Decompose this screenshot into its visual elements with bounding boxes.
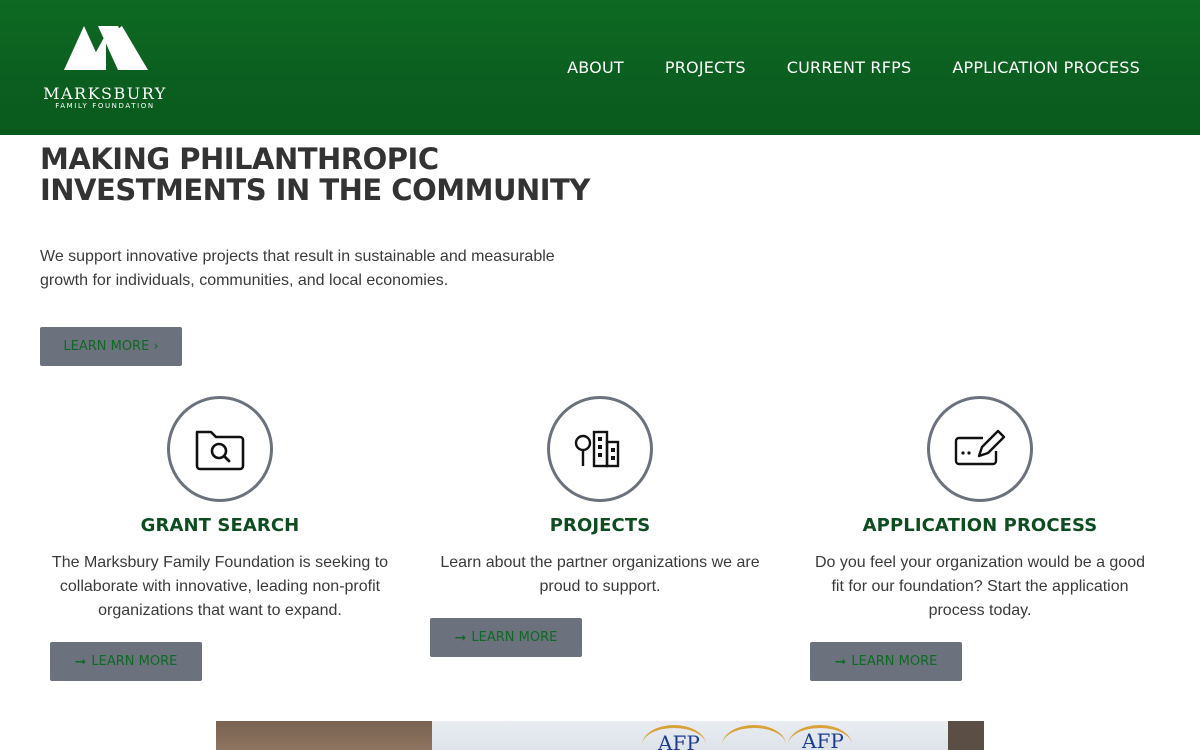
button-label: LEARN MORE — [851, 654, 938, 669]
hero-title-line1: MAKING PHILANTHROPIC — [40, 142, 439, 176]
nav-application-process[interactable]: APPLICATION PROCESS — [952, 58, 1140, 77]
main-nav: ABOUT PROJECTS CURRENT RFPS APPLICATION … — [526, 58, 1140, 77]
sign-pen-icon — [954, 429, 1006, 466]
card-title: PROJECTS — [549, 515, 651, 536]
site-logo[interactable]: MARKSBURY FAMILY FOUNDATION — [40, 26, 170, 112]
button-label: LEARN MORE — [471, 630, 558, 645]
city-tree-icon — [574, 430, 620, 468]
card-icon-circle — [167, 396, 273, 502]
banner-ring — [722, 725, 786, 750]
card-grant-search: GRANT SEARCH The Marksbury Family Founda… — [40, 396, 400, 623]
button-label: LEARN MORE — [91, 654, 178, 669]
card-projects: PROJECTS Learn about the partner organiz… — [420, 396, 780, 599]
event-photo: AFP AFP — [216, 721, 984, 750]
arrow-right-icon: ➞ — [834, 653, 847, 670]
card-application-process: APPLICATION PROCESS Do you feel your org… — [800, 396, 1160, 623]
card-description: Do you feel your organization would be a… — [815, 554, 1145, 619]
application-learn-more-button[interactable]: ➞ LEARN MORE — [810, 642, 962, 681]
arrow-right-icon: ➞ — [454, 629, 467, 646]
logo-subtitle: FAMILY FOUNDATION — [55, 102, 155, 110]
nav-current-rfps[interactable]: CURRENT RFPS — [787, 58, 912, 77]
hero-description: We support innovative projects that resu… — [40, 248, 555, 289]
card-title: APPLICATION PROCESS — [862, 515, 1098, 536]
card-title: GRANT SEARCH — [140, 515, 300, 536]
card-icon-circle — [547, 396, 653, 502]
mountains-logo-icon — [64, 26, 148, 70]
nav-about[interactable]: ABOUT — [567, 58, 624, 77]
nav-projects[interactable]: PROJECTS — [665, 58, 746, 77]
photo-wall — [216, 721, 432, 750]
banner-text: AFP — [802, 729, 844, 750]
folder-search-icon — [195, 430, 245, 471]
projects-learn-more-button[interactable]: ➞ LEARN MORE — [430, 618, 582, 657]
card-icon-circle — [927, 396, 1033, 502]
hero-learn-more-button[interactable]: LEARN MORE › — [40, 327, 182, 366]
banner-text: AFP — [658, 731, 700, 750]
hero-title: MAKING PHILANTHROPIC INVESTMENTS IN THE … — [40, 144, 640, 206]
grant-search-learn-more-button[interactable]: ➞ LEARN MORE — [50, 642, 202, 681]
photo-banner: AFP AFP — [432, 721, 948, 750]
logo-name: MARKSBURY — [43, 84, 167, 103]
card-description: Learn about the partner organizations we… — [440, 554, 760, 595]
site-header: MARKSBURY FAMILY FOUNDATION ABOUT PROJEC… — [0, 0, 1200, 135]
arrow-right-icon: ➞ — [74, 653, 87, 670]
photo-door — [948, 721, 984, 750]
hero-title-line2: INVESTMENTS IN THE COMMUNITY — [40, 173, 590, 207]
card-description: The Marksbury Family Foundation is seeki… — [51, 554, 389, 619]
